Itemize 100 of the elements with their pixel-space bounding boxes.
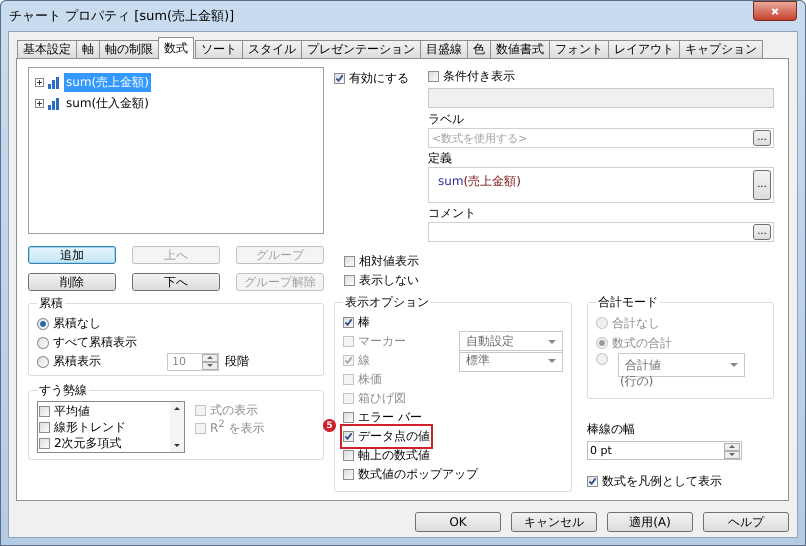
caret-icon [548,340,556,344]
up-arrow-icon[interactable] [174,407,180,410]
tab[interactable]: 軸の制限 [99,40,159,58]
tab[interactable]: 基本設定 [17,40,77,58]
tab[interactable]: 数値書式 [490,40,550,58]
browse-button[interactable]: ... [753,224,771,240]
radio-button[interactable] [37,356,49,368]
dialog-button[interactable]: 適用(A) [607,512,693,532]
radio-button[interactable] [596,337,608,349]
checkbox-label: 数式を凡例として表示 [602,473,722,490]
trendline-label: 線形トレンド [54,418,126,436]
expression-button[interactable]: 下へ [132,273,220,291]
checkbox[interactable] [344,256,355,267]
up-arrow-icon[interactable] [207,356,213,359]
checkbox[interactable] [343,431,354,442]
tab[interactable]: レイアウト [608,40,680,58]
window-title: チャート プロパティ [sum(売上金額)] [9,8,234,25]
checkbox[interactable] [343,469,354,480]
comment-field[interactable]: ... [428,222,774,242]
edit-button[interactable]: ... [753,170,771,200]
checkbox[interactable] [334,73,345,84]
checkbox-label: マーカー [358,333,406,350]
scrollbar[interactable] [170,402,184,452]
radio-button[interactable] [596,317,608,329]
label-field[interactable]: <数式を使用する> ... [428,128,774,148]
checkbox[interactable] [343,412,354,423]
step-badge: 5 [323,419,336,432]
checkbox[interactable] [39,422,50,432]
down-arrow-icon[interactable] [207,364,213,367]
tab[interactable]: ソート [195,40,243,58]
expression-item[interactable]: sum(仕入金額) [64,94,151,113]
caret-icon [730,363,738,367]
dialog-button[interactable]: OK [415,512,501,532]
spin-buttons[interactable] [202,354,218,370]
bar-chart-icon [48,76,60,88]
checkbox-label: 軸上の数式値 [358,447,430,464]
checkbox-label: 箱ひげ図 [358,390,406,407]
tab[interactable]: キャプション [679,40,763,58]
tab[interactable]: プレゼンテーション [301,40,421,58]
checkbox-label: 数式値のポップアップ [358,466,478,483]
radio-label: 合計なし [612,314,660,332]
checkbox[interactable] [343,317,354,328]
bar-chart-icon [48,98,60,110]
expand-icon[interactable] [35,78,44,87]
field-label: 棒線の幅 [587,422,635,436]
tab[interactable]: 目盛線 [420,40,468,58]
checkbox[interactable] [587,476,598,487]
group-title: 合計モード [597,294,659,311]
checkbox[interactable] [39,438,50,448]
close-button[interactable] [753,1,797,21]
condition-field[interactable] [428,88,774,108]
checkbox[interactable] [195,404,206,416]
dropdown[interactable]: 合計値 [618,353,745,377]
checkbox[interactable] [39,406,50,416]
group-title: 累積 [38,295,64,312]
field-label: ラベル [428,111,464,128]
group-title: すう勢線 [38,382,88,399]
browse-button[interactable]: ... [753,130,771,146]
expression-button[interactable]: 削除 [28,273,116,291]
checkbox-label: 条件付き表示 [443,68,515,85]
bar-width-field[interactable]: 0 pt [587,441,742,460]
tab[interactable]: 色 [467,40,491,58]
expression-button[interactable]: 追加 [28,246,116,264]
down-arrow-icon[interactable] [174,444,180,447]
radio-button[interactable] [37,318,49,330]
radio-label: 累積表示 [53,353,101,370]
radio-label: 数式の合計 [612,334,672,352]
checkbox[interactable] [344,275,355,286]
group-title: 表示オプション [344,294,430,311]
checkbox[interactable] [428,71,439,82]
tab[interactable]: フォント [549,40,609,58]
checkbox-label: 株価 [358,371,382,388]
tab[interactable]: 軸 [76,40,100,58]
close-icon[interactable] [770,6,780,16]
spin-buttons[interactable] [724,442,740,458]
dialog-button[interactable]: ヘルプ [703,512,789,532]
field-label: コメント [428,205,476,222]
down-arrow-icon[interactable] [729,453,735,456]
checkbox[interactable] [343,450,354,461]
definition-field[interactable]: sum(売上金額) ... [428,167,774,203]
tab[interactable]: 数式 [158,37,194,59]
checkbox-label: 有効にする [349,70,409,87]
dialog-button[interactable]: キャンセル [511,512,597,532]
radio-label: すべて累積表示 [53,334,137,351]
checkbox-label: データ点の値 [358,428,430,445]
checkbox[interactable] [195,422,206,434]
checkbox-label: 表示しない [359,272,419,289]
radio-label: 累積なし [53,315,101,332]
expand-icon[interactable] [35,99,44,108]
trendline-label: 2次元多項式 [54,434,122,452]
field-label: 定義 [428,150,452,167]
checkbox-label: 棒 [358,314,370,331]
trendline-label: 平均値 [54,402,90,420]
tab[interactable]: スタイル [242,40,302,58]
radio-button[interactable] [596,353,608,365]
checkbox-label: 線 [358,352,370,369]
steps-unit: 段階 [225,353,249,370]
radio-button[interactable] [37,336,49,348]
checkbox-label: エラー バー [358,409,422,426]
up-arrow-icon[interactable] [729,445,735,448]
